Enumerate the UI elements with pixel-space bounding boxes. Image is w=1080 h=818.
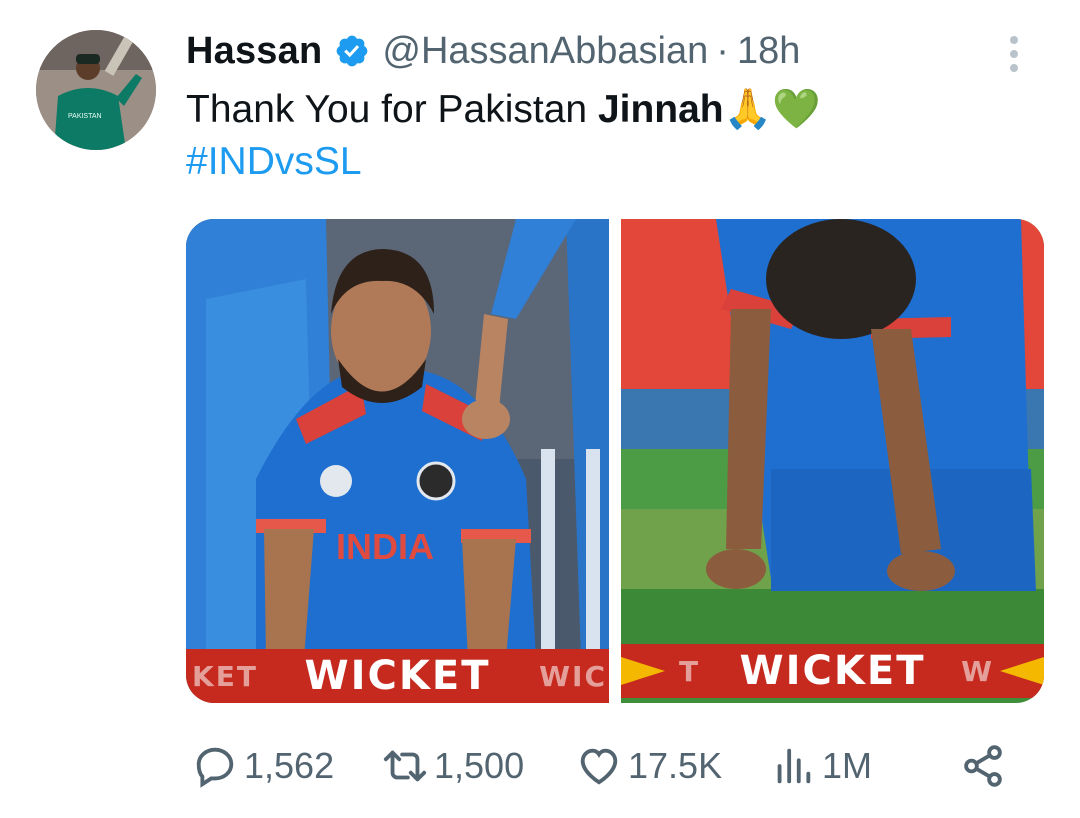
tweet-text: Thank You for Pakistan Jinnah🙏💚 <box>186 84 1056 136</box>
separator-dot: · <box>716 29 729 72</box>
image-2-scene <box>621 219 1044 703</box>
image-1-scene: INDIA <box>186 219 609 703</box>
share-button[interactable] <box>960 743 1012 789</box>
avatar-photo: PAKISTAN <box>36 30 156 150</box>
tweet-emojis: 🙏💚 <box>723 88 821 131</box>
more-icon[interactable] <box>1008 34 1020 74</box>
reply-icon <box>196 747 234 788</box>
timestamp[interactable]: 18h <box>737 30 800 73</box>
hashtag-link[interactable]: #INDvsSL <box>186 136 362 188</box>
reply-count: 1,562 <box>244 745 335 786</box>
retweet-button[interactable]: 1,500 <box>382 743 524 789</box>
banner-2-main-text: WICKET <box>739 648 926 694</box>
banner-arrow-left-icon <box>621 657 665 685</box>
reply-button[interactable]: 1,562 <box>192 743 334 789</box>
views-count: 1M <box>822 745 873 786</box>
banner-2-right-text: W <box>961 654 994 688</box>
tweet-text-bold: Jinnah <box>597 88 724 131</box>
avatar[interactable]: PAKISTAN <box>36 30 156 150</box>
wicket-banner-1: KET WICKET WIC <box>186 649 609 703</box>
views-button[interactable]: 1M <box>770 743 872 789</box>
share-icon <box>964 745 1002 787</box>
retweet-icon <box>383 750 427 782</box>
media-image-2[interactable]: T WICKET W <box>621 219 1044 703</box>
verified-icon <box>337 35 368 67</box>
like-icon <box>580 748 618 785</box>
wicket-banner-2: T WICKET W <box>621 644 1044 698</box>
media-grid: INDIA KET WICKET WIC T WICKET W <box>186 219 1044 703</box>
banner-1-main-text: WICKET <box>304 653 491 699</box>
svg-text:PAKISTAN: PAKISTAN <box>68 113 102 120</box>
retweet-count: 1,500 <box>434 745 525 786</box>
like-count: 17.5K <box>628 745 723 786</box>
banner-1-left-text: KET <box>192 659 258 693</box>
svg-text:INDIA: INDIA <box>336 526 434 567</box>
views-icon <box>777 748 811 784</box>
banner-arrow-right-icon <box>1000 657 1044 685</box>
handle[interactable]: @HassanAbbasian <box>382 30 708 73</box>
display-name[interactable]: Hassan <box>186 30 322 73</box>
tweet-text-prefix: Thank You for Pakistan <box>186 88 598 131</box>
like-button[interactable]: 17.5K <box>576 743 722 789</box>
media-image-1[interactable]: INDIA KET WICKET WIC <box>186 219 609 703</box>
action-bar: 1,562 1,500 17.5K 1M <box>186 738 1016 794</box>
banner-2-left-text: T <box>679 654 701 688</box>
banner-1-right-text: WIC <box>539 659 607 693</box>
